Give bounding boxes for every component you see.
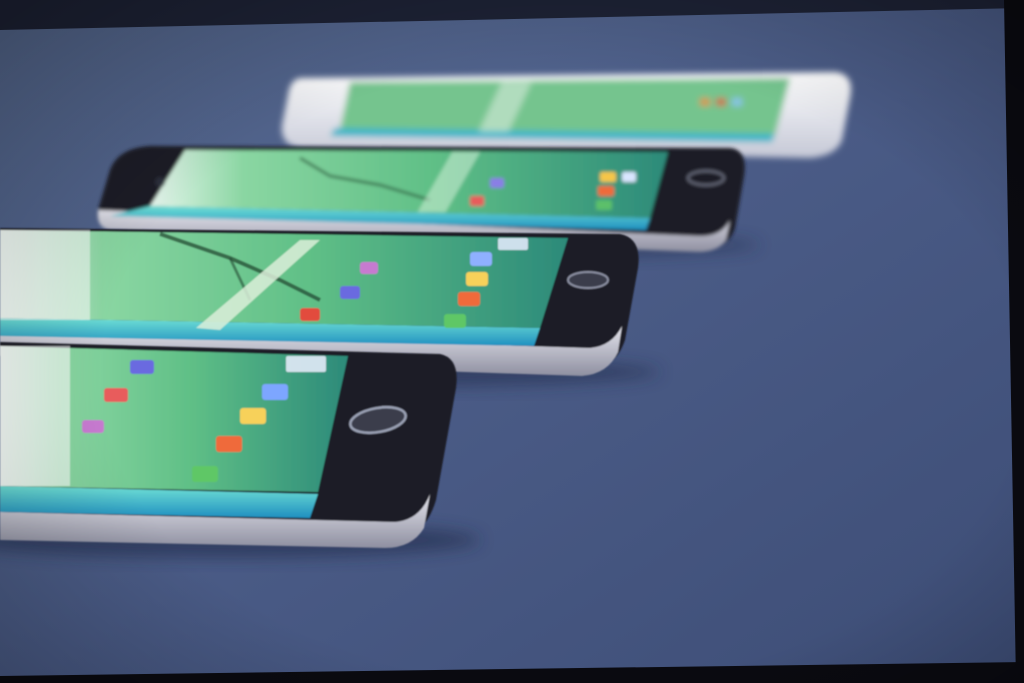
photo-scene — [0, 0, 1024, 683]
photo-vignette — [0, 0, 1024, 683]
